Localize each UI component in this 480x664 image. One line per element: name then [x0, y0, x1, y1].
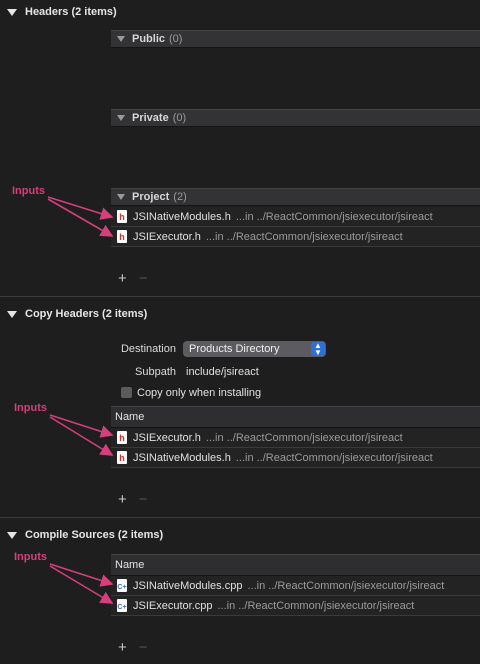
annotation-arrow: [49, 563, 114, 587]
annotation-arrow: [49, 565, 114, 604]
annotation-arrow: [47, 196, 114, 220]
annotation-arrow: [49, 414, 114, 438]
annotation-arrow: [49, 416, 114, 456]
annotation-arrow: [47, 198, 114, 237]
annotation-arrows: [47, 196, 114, 604]
